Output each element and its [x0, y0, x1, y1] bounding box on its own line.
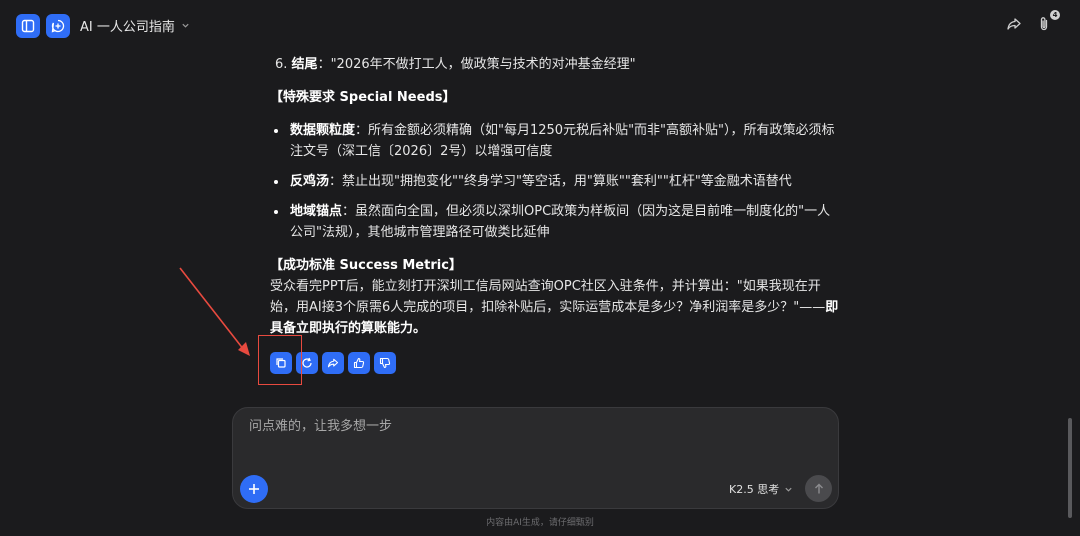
- model-label: K2.5 思考: [729, 483, 780, 496]
- plus-icon: [249, 484, 259, 494]
- chat-input[interactable]: [247, 418, 811, 435]
- ai-disclaimer: 内容由AI生成，请仔细甄别: [486, 518, 594, 528]
- arrow-up-icon: [814, 483, 823, 493]
- chevron-down-icon: [785, 487, 792, 492]
- composer: K2.5 思考: [232, 407, 839, 509]
- model-selector[interactable]: K2.5 思考: [729, 481, 793, 497]
- send-button[interactable]: [805, 475, 832, 502]
- annotation-highlight-box: [258, 335, 302, 385]
- scrollbar[interactable]: [1068, 418, 1072, 518]
- add-attachment-button[interactable]: [240, 475, 268, 503]
